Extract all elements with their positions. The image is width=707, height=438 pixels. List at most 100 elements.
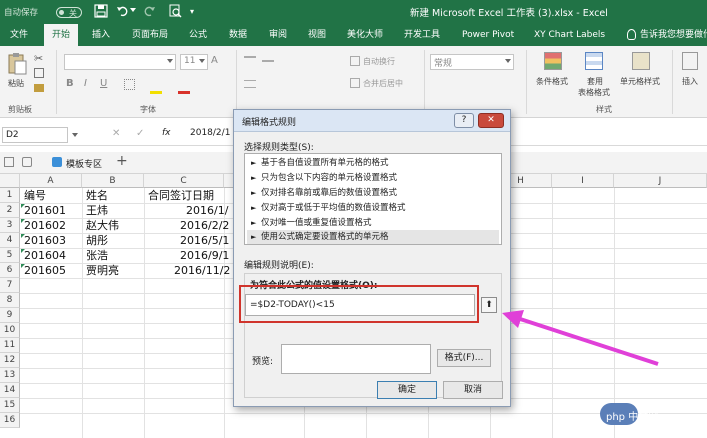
rule-type-item-selected[interactable]: ► 使用公式确定要设置格式的单元格 (247, 230, 499, 244)
tab-review[interactable]: 审阅 (269, 24, 287, 46)
cell-b6[interactable]: 贾明亮 (84, 263, 121, 278)
table-format-icon[interactable] (585, 52, 603, 70)
wrap-text-label[interactable]: 自动换行 (363, 56, 395, 67)
undo-icon[interactable] (116, 4, 130, 18)
print-preview-icon[interactable] (168, 4, 182, 18)
rule-type-item[interactable]: ► 仅对高于或低于平均值的数值设置格式 (247, 201, 499, 215)
tab-data[interactable]: 数据 (229, 24, 247, 46)
cell-b3[interactable]: 赵大伟 (84, 218, 121, 233)
font-size-combo[interactable]: 11 (180, 54, 208, 70)
cell-b5[interactable]: 张浩 (84, 248, 110, 263)
dialog-title-bar[interactable]: 编辑格式规则 ? ✕ (234, 110, 510, 132)
rule-type-item[interactable]: ► 仅对排名靠前或靠后的数值设置格式 (247, 186, 499, 200)
help-button[interactable]: ? (454, 113, 474, 128)
sheet-nav-icon-2[interactable] (22, 157, 32, 167)
cell-c2[interactable]: 2016/1/ (184, 203, 230, 218)
tab-view[interactable]: 视图 (308, 24, 326, 46)
tab-formulas[interactable]: 公式 (189, 24, 207, 46)
row-header[interactable]: 14 (0, 383, 20, 398)
row-header[interactable]: 6 (0, 263, 20, 278)
enter-icon[interactable]: ✓ (136, 128, 144, 139)
col-header[interactable]: C (144, 174, 224, 188)
cell-c5[interactable]: 2016/9/1 (178, 248, 231, 263)
cell-a4[interactable]: 201603 (22, 233, 68, 248)
cell-c1[interactable]: 合同签订日期 (146, 188, 216, 203)
font-name-combo[interactable] (64, 54, 176, 70)
italic-icon[interactable]: I (84, 78, 100, 92)
row-header[interactable]: 9 (0, 308, 20, 323)
tab-page-layout[interactable]: 页面布局 (132, 24, 168, 46)
cell-style-label[interactable]: 单元格样式 (620, 76, 660, 87)
cell-a1[interactable]: 编号 (22, 188, 48, 203)
cell-a2[interactable]: 201601 (22, 203, 68, 218)
row-header[interactable]: 7 (0, 278, 20, 293)
rule-type-item[interactable]: ► 只为包含以下内容的单元格设置格式 (247, 171, 499, 185)
paste-icon[interactable] (6, 52, 28, 76)
rule-type-list[interactable]: ► 基于各自值设置所有单元格的格式 ► 只为包含以下内容的单元格设置格式 ► 仅对排名… (244, 153, 502, 245)
increase-font-icon[interactable]: A (211, 55, 227, 69)
cell-a3[interactable]: 201602 (22, 218, 68, 233)
row-header[interactable]: 16 (0, 413, 20, 428)
cut-icon[interactable]: ✂ (34, 52, 43, 65)
bold-icon[interactable]: B (66, 78, 82, 92)
col-header[interactable]: A (20, 174, 82, 188)
qat-customize-icon[interactable]: ▾ (190, 7, 194, 16)
font-color-icon[interactable] (178, 91, 190, 94)
select-all-corner[interactable] (0, 174, 20, 188)
copy-icon[interactable] (34, 68, 44, 78)
cell-c4[interactable]: 2016/5/1 (178, 233, 231, 248)
cancel-button[interactable]: 取消 (443, 381, 503, 399)
rule-type-item[interactable]: ► 仅对唯一值或重复值设置格式 (247, 216, 499, 230)
conditional-format-icon[interactable] (544, 52, 562, 70)
conditional-format-label[interactable]: 条件格式 (536, 76, 568, 87)
tab-insert[interactable]: 插入 (92, 24, 110, 46)
tell-me-box[interactable]: 告诉我您想要做什 (640, 24, 707, 46)
name-box-dropdown-icon[interactable] (72, 133, 78, 137)
redo-icon[interactable] (142, 4, 156, 18)
cell-b2[interactable]: 王炜 (84, 203, 110, 218)
merge-center-icon[interactable] (350, 78, 360, 88)
number-format-combo[interactable]: 常规 (430, 54, 514, 70)
cell-c6[interactable]: 2016/11/2 (172, 263, 232, 278)
cell-c3[interactable]: 2016/2/2 (178, 218, 231, 233)
tab-power-pivot[interactable]: Power Pivot (462, 24, 514, 46)
align-top-icon[interactable] (244, 56, 256, 66)
tab-home[interactable]: 开始 (44, 24, 79, 46)
row-header[interactable]: 5 (0, 248, 20, 263)
cancel-icon[interactable]: ✕ (112, 128, 120, 139)
row-header[interactable]: 8 (0, 293, 20, 308)
lightbulb-icon[interactable] (627, 29, 636, 40)
insert-function-icon[interactable]: fx (162, 128, 171, 138)
table-format-label-2[interactable]: 表格格式 (578, 87, 610, 98)
col-header[interactable]: J (614, 174, 707, 188)
align-left-icon[interactable] (244, 80, 256, 88)
row-header[interactable]: 12 (0, 353, 20, 368)
table-format-label-1[interactable]: 套用 (587, 76, 603, 87)
cell-b4[interactable]: 胡彤 (84, 233, 110, 248)
cell-style-icon[interactable] (632, 52, 650, 70)
insert-cells-label[interactable]: 插入 (682, 76, 698, 87)
cell-a6[interactable]: 201605 (22, 263, 68, 278)
sheet-nav-icon[interactable] (4, 157, 14, 167)
add-sheet-button[interactable]: + (116, 153, 128, 169)
row-header[interactable]: 13 (0, 368, 20, 383)
row-header[interactable]: 3 (0, 218, 20, 233)
merge-center-label[interactable]: 合并后居中 (363, 78, 403, 89)
close-button[interactable]: ✕ (478, 113, 504, 128)
save-icon[interactable] (94, 4, 108, 18)
align-middle-icon[interactable] (262, 60, 274, 62)
template-zone-tab[interactable]: 模板专区 (66, 157, 102, 170)
row-header[interactable]: 15 (0, 398, 20, 413)
name-box[interactable]: D2 (2, 127, 68, 143)
autosave-toggle[interactable]: 关 (56, 7, 82, 18)
row-header[interactable]: 10 (0, 323, 20, 338)
formula-input[interactable]: 2018/2/1 (190, 128, 230, 138)
row-header[interactable]: 4 (0, 233, 20, 248)
ok-button[interactable]: 确定 (377, 381, 437, 399)
cell-b1[interactable]: 姓名 (84, 188, 110, 203)
col-header[interactable]: I (552, 174, 614, 188)
format-painter-icon[interactable] (34, 84, 44, 92)
undo-dropdown-icon[interactable] (130, 8, 136, 12)
borders-icon[interactable] (124, 79, 135, 90)
rule-type-item[interactable]: ► 基于各自值设置所有单元格的格式 (247, 156, 499, 170)
